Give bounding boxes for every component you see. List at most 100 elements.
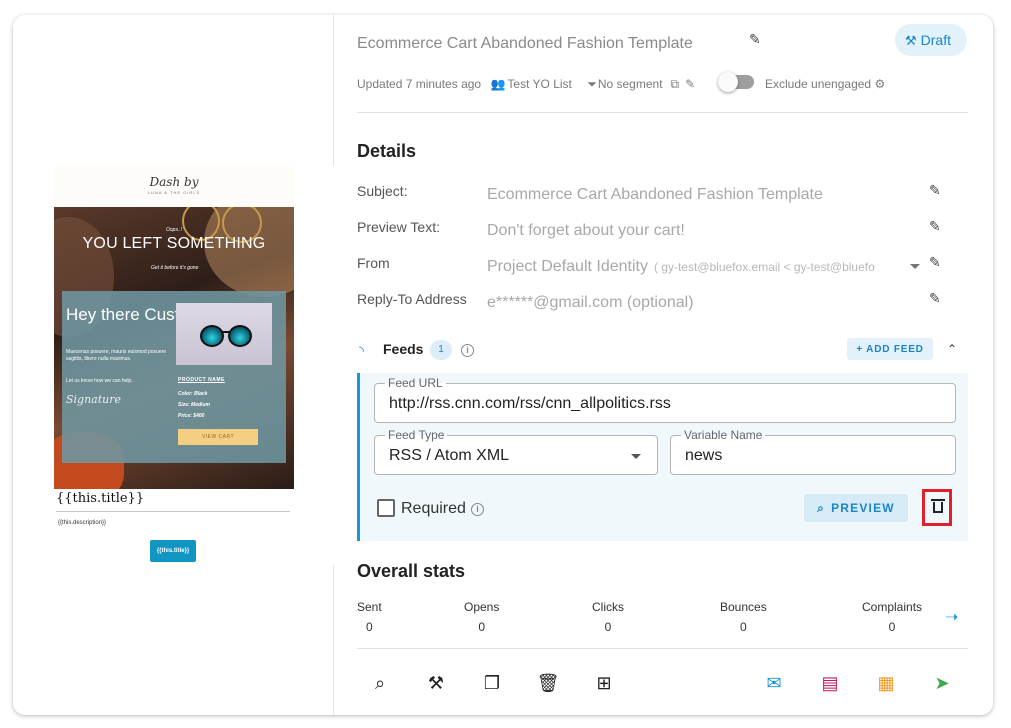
stat-value: 0 [740, 620, 747, 634]
sunglasses-lens [200, 325, 224, 347]
segment-link[interactable]: ⏷No segment ⧉ ✎ [587, 77, 701, 91]
stat-opens: Opens 0 [464, 600, 499, 634]
stat-clicks: Clicks 0 [592, 600, 624, 634]
divider [357, 112, 968, 113]
save-bookmark-icon[interactable]: ⊞ [591, 670, 617, 696]
campaign-card: Dash by LUNA & THE GIRLS Oops..! YOU LEF… [13, 15, 993, 715]
reply-to-label: Reply-To Address [357, 291, 467, 307]
feed-url-label: Feed URL [385, 376, 446, 390]
divider [56, 511, 290, 512]
email-preview[interactable]: Dash by LUNA & THE GIRLS Oops..! YOU LEF… [54, 167, 294, 562]
trash-icon [931, 499, 945, 501]
add-feed-label: ADD FEED [866, 343, 924, 355]
search-icon: ⌕ [817, 500, 826, 515]
duplicate-icon[interactable]: ❐ [479, 670, 505, 696]
list-name: Test YO List [507, 77, 572, 91]
stat-label: Sent [357, 600, 382, 614]
template-name[interactable]: Ecommerce Cart Abandoned Fashion Templat… [357, 35, 693, 53]
edit-subject-icon[interactable]: ✎ [929, 182, 941, 199]
exclude-unengaged-label: Exclude unengaged ⚙ [765, 77, 885, 91]
preview-text-label: Preview Text: [357, 219, 440, 235]
edit-segment-icon[interactable]: ✎ [685, 77, 695, 91]
add-feed-button[interactable]: + ADD FEED [847, 338, 933, 360]
hero-subline: Get it before it's gone [151, 265, 199, 271]
from-dropdown-caret[interactable] [910, 264, 920, 269]
status-label: Draft [920, 32, 951, 48]
feed-url-value: http://rss.cnn.com/rss/cnn_allpolitics.r… [389, 395, 671, 412]
preview-text-value[interactable]: Don't forget about your cart! [487, 222, 685, 240]
feed-type-label: Feed Type [385, 428, 448, 442]
campaign-settings: Ecommerce Cart Abandoned Fashion Templat… [357, 15, 969, 715]
product-image [176, 303, 272, 365]
feed-item-title: {{this.title}} [56, 491, 145, 506]
edit-name-icon[interactable]: ✎ [749, 31, 761, 48]
stat-bounces: Bounces 0 [720, 600, 767, 634]
subject-value[interactable]: Ecommerce Cart Abandoned Fashion Templat… [487, 186, 823, 204]
required-checkbox[interactable] [377, 499, 395, 517]
hero-headline: YOU LEFT SOMETHING [82, 235, 266, 252]
preview-header: Dash by LUNA & THE GIRLS [54, 167, 294, 207]
exclude-unengaged-toggle[interactable] [718, 72, 754, 92]
stat-value: 0 [366, 620, 373, 634]
stat-label: Clicks [592, 600, 624, 614]
sunglasses-lens [228, 325, 252, 347]
list-link[interactable]: 👥 Test YO List [490, 77, 577, 91]
identity-address: ( gy-test@bluefox.email < gy-test@bluefo [653, 260, 875, 274]
signature: Signature [66, 393, 122, 406]
edit-from-icon[interactable]: ✎ [929, 254, 941, 271]
test-email-icon[interactable]: ✉ [761, 670, 787, 696]
draft-status-button[interactable]: ⚒ Draft [895, 24, 967, 56]
product-color: Color: Black [178, 391, 208, 397]
edit-reply-to-icon[interactable]: ✎ [929, 290, 941, 307]
updated-time: Updated 7 minutes ago [357, 77, 482, 91]
stat-value: 0 [478, 620, 486, 634]
delete-feed-button[interactable] [922, 489, 952, 526]
product-size: Size: Medium [178, 402, 210, 408]
hero-image: Oops..! YOU LEFT SOMETHING Get it before… [54, 207, 294, 489]
send-icon[interactable]: ➤ [929, 670, 955, 696]
toggle-knob [718, 72, 738, 92]
variable-name-value: news [685, 447, 723, 464]
feed-type-select[interactable]: Feed Type RSS / Atom XML [374, 428, 658, 475]
magic-wand-icon[interactable]: ⚒ [423, 670, 449, 696]
brand-logo: Dash by [149, 175, 199, 189]
delete-icon[interactable]: 🗑 [535, 670, 561, 696]
stat-label: Complaints [862, 600, 923, 614]
required-label: Required [401, 500, 466, 517]
stat-label: Bounces [720, 600, 767, 614]
reply-to-value[interactable]: e******@gmail.com (optional) [487, 294, 694, 312]
body-copy: Maecenas posuere, mauris euismod posuere… [66, 349, 167, 362]
feeds-label: Feeds [383, 341, 424, 357]
info-icon[interactable]: i [471, 503, 484, 516]
feeds-header: ◝ Feeds 1 i + ADD FEED ⌃ [357, 338, 968, 360]
preview-feed-button[interactable]: ⌕ PREVIEW [804, 494, 908, 522]
open-external-icon[interactable]: ⧉ [671, 77, 680, 91]
details-heading: Details [357, 141, 417, 161]
settings-gear-icon[interactable]: ⚙ [874, 77, 885, 91]
product-price: Price: $400 [178, 413, 205, 419]
chevron-up-icon[interactable]: ⌃ [947, 342, 957, 356]
product-name: PRODUCT NAME [178, 377, 225, 383]
divider [357, 648, 968, 649]
schedule-icon[interactable]: ▦ [873, 670, 899, 696]
help-text: Let us know how we can help. [66, 378, 133, 384]
arrow-right-icon[interactable]: ➝ [945, 607, 958, 627]
feed-url-field[interactable]: Feed URL http://rss.cnn.com/rss/cnn_allp… [374, 376, 956, 423]
from-value[interactable]: Project Default Identity ( gy-test@bluefo… [487, 258, 875, 276]
variable-name-field[interactable]: Variable Name news [670, 428, 956, 475]
edit-preview-text-icon[interactable]: ✎ [929, 218, 941, 235]
brand-tagline: LUNA & THE GIRLS [147, 190, 201, 195]
feed-type-value: RSS / Atom XML [389, 447, 510, 464]
oops-text: Oops..! [166, 227, 183, 233]
variable-name-label: Variable Name [681, 428, 766, 442]
inspect-icon[interactable]: ⌕ [367, 670, 393, 696]
filter-icon: ⏷ [587, 77, 597, 91]
stat-complaints: Complaints 0 [862, 600, 922, 634]
info-icon[interactable]: i [461, 344, 474, 357]
preview-label: PREVIEW [831, 500, 895, 515]
stat-value: 0 [604, 620, 612, 634]
review-icon[interactable]: ▤ [817, 670, 843, 696]
from-label: From [357, 255, 390, 271]
campaign-meta: Updated 7 minutes ago 👥 Test YO List ⏷No … [357, 77, 707, 92]
view-cart-button: VIEW CART [178, 429, 258, 445]
